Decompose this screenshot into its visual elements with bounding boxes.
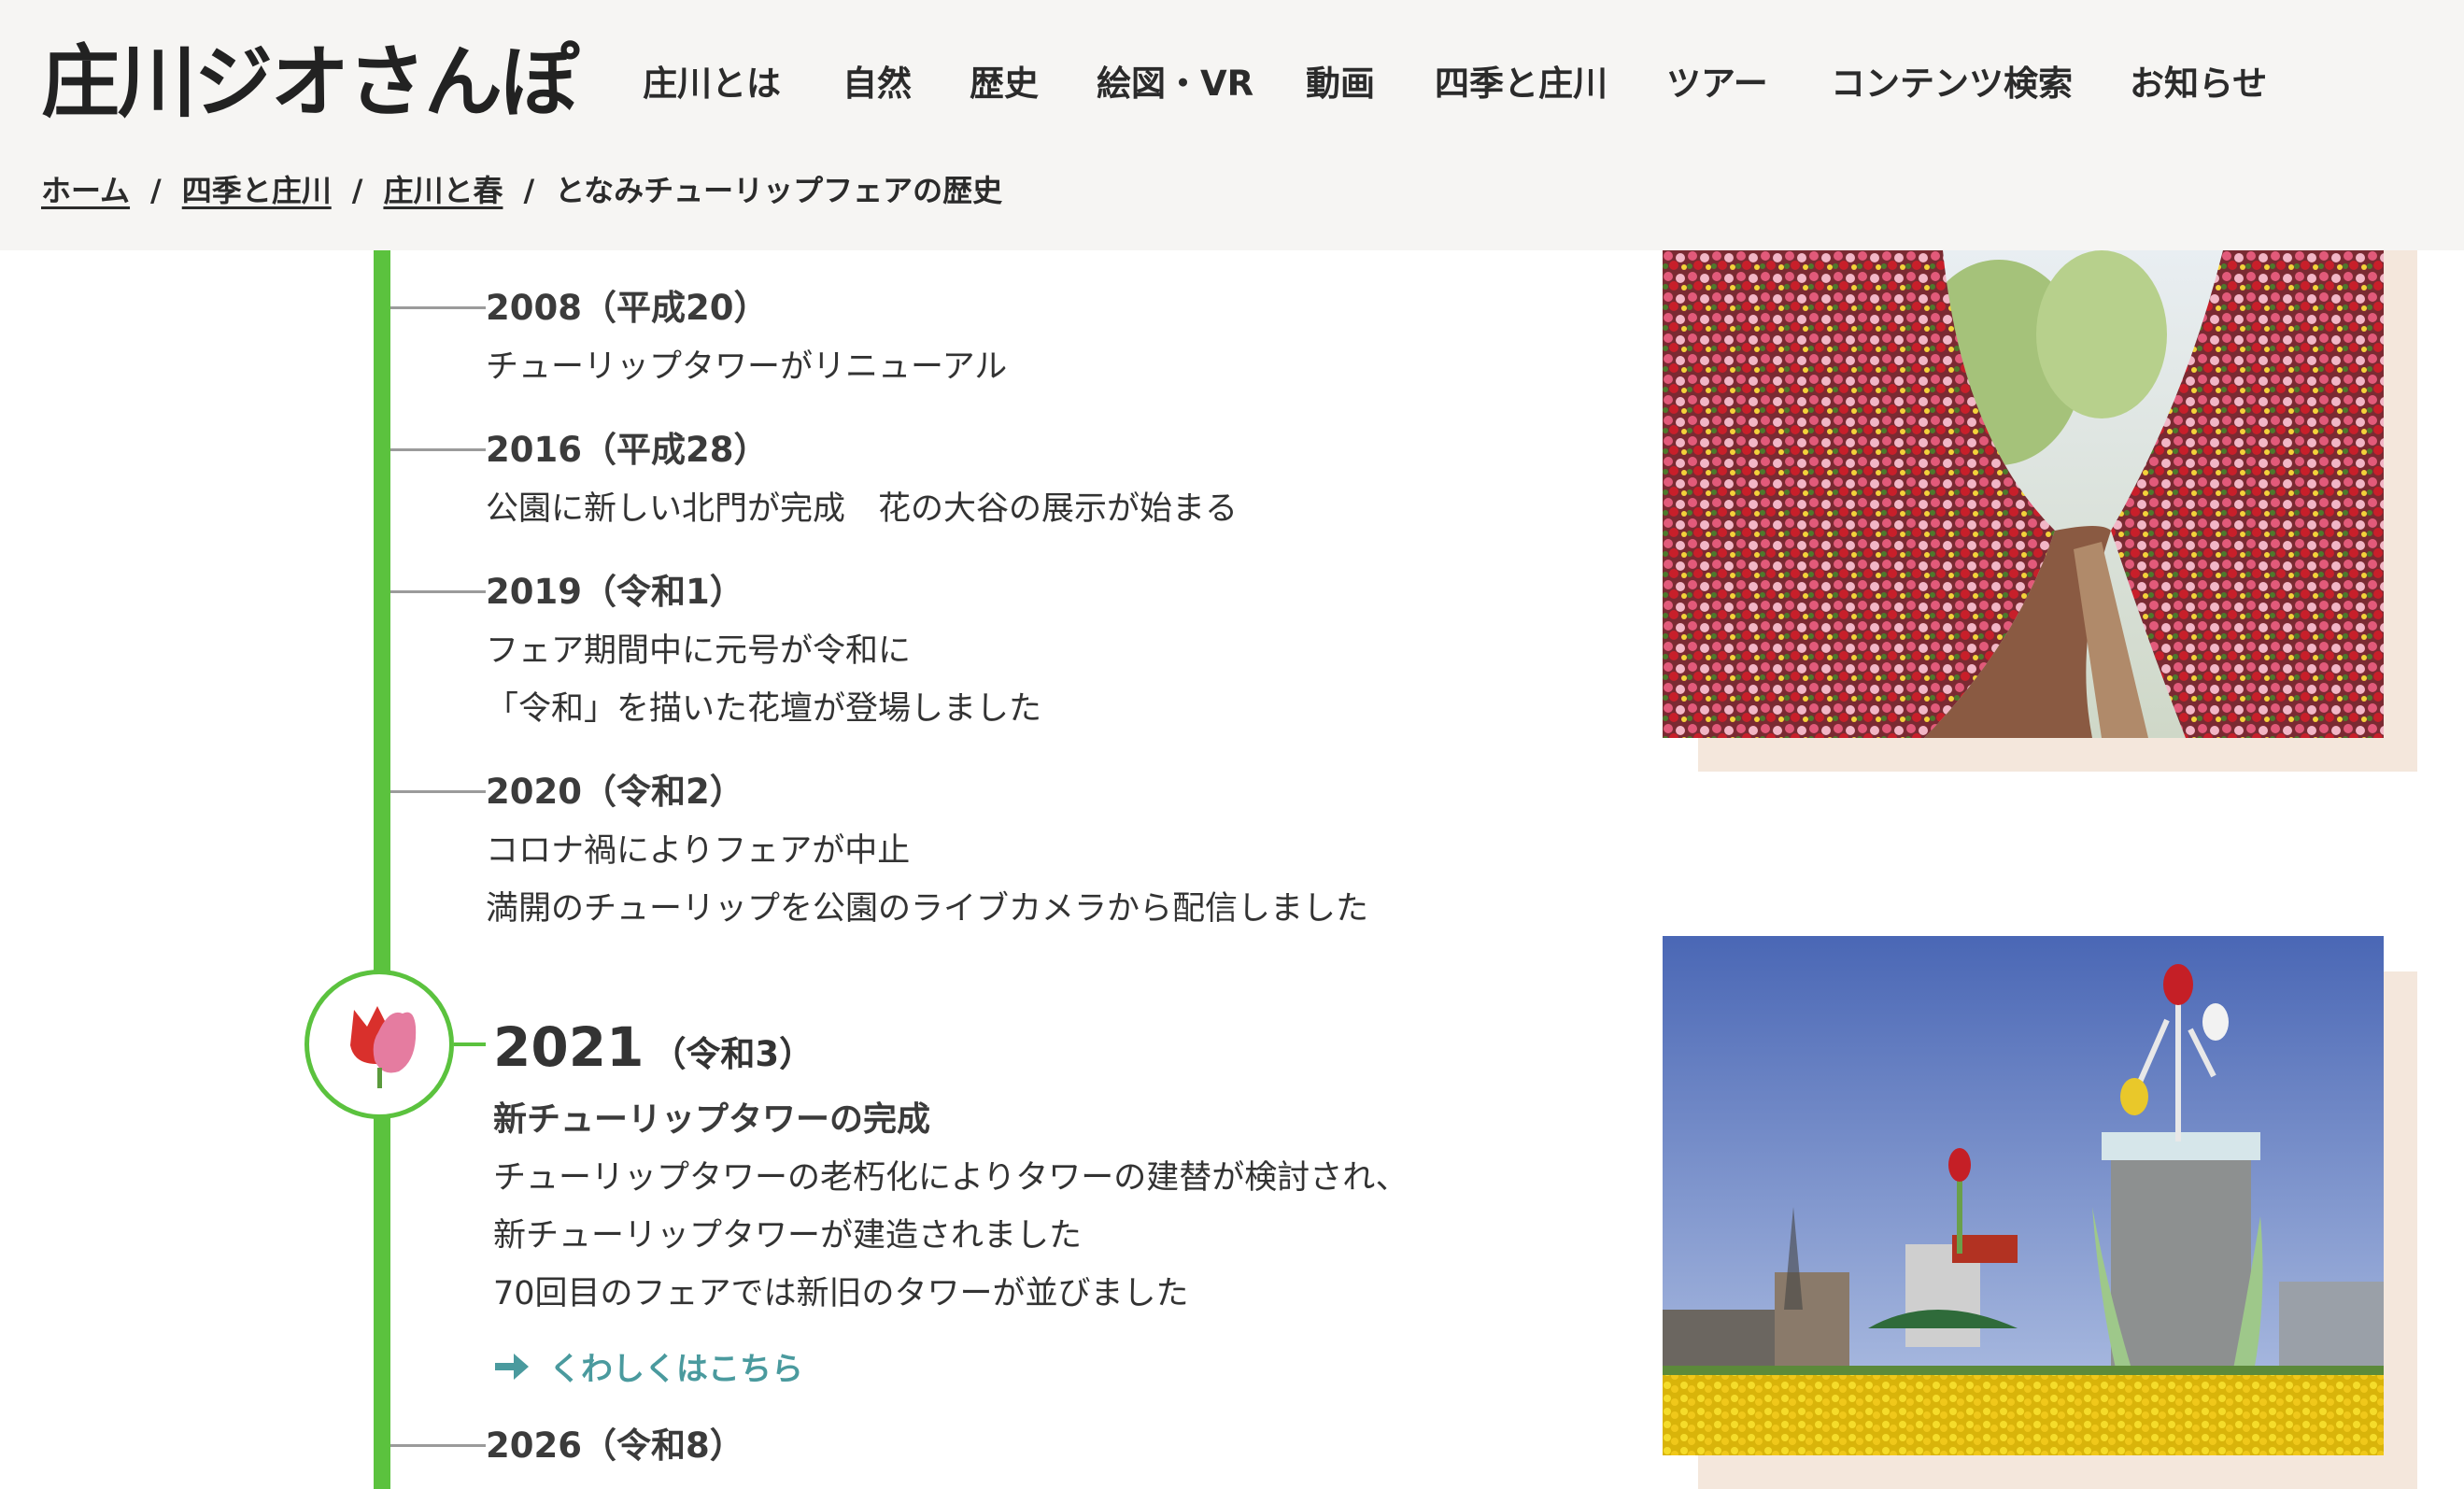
details-link-label: くわしくはこちら xyxy=(549,1351,803,1388)
nav-item-tours[interactable]: ツアー xyxy=(1666,62,1768,106)
entry-text: チューリップタワーがリニューアル xyxy=(486,348,1008,386)
tulip-badge xyxy=(304,970,454,1119)
entry-text: コロナ禍によりフェアが中止 xyxy=(486,832,911,870)
timeline-entry-2016: 2016（平成28） 公園に新しい北門が完成 花の大谷の展示が始まる xyxy=(486,428,1238,538)
highlight-text: 新チューリップタワーが建造されました xyxy=(493,1217,1083,1255)
entry-year: 2016（平成28） xyxy=(486,430,769,470)
nav-item-about[interactable]: 庄川とは xyxy=(643,62,781,106)
details-link[interactable]: くわしくはこちら xyxy=(493,1343,1409,1389)
timeline-entry-2021: 2021 （令和3） 新チューリップタワーの完成 チューリップタワーの老朽化により… xyxy=(493,1014,1409,1389)
timeline-tick xyxy=(390,306,486,309)
breadcrumb-seasons[interactable]: 四季と庄川 xyxy=(182,173,332,208)
breadcrumb-home[interactable]: ホーム xyxy=(41,173,130,208)
breadcrumb-separator: / xyxy=(150,173,162,208)
entry-text: 公園に新しい北門が完成 花の大谷の展示が始まる xyxy=(486,490,1239,528)
entry-text: 「令和」を描いた花壇が登場しました xyxy=(486,690,1042,728)
highlight-year: 2021 （令和3） xyxy=(493,1014,1409,1087)
tulip-tower-photo xyxy=(1663,936,2384,1455)
breadcrumb-current: となみチューリップフェアの歴史 xyxy=(555,173,1003,208)
tulip-icon xyxy=(350,1006,417,1088)
nav-item-history[interactable]: 歴史 xyxy=(970,62,1039,106)
highlight-text: 70回目のフェアでは新旧のタワーが並びました xyxy=(493,1275,1189,1312)
entry-text: フェア期間中に元号が令和に xyxy=(486,632,912,670)
highlight-year-number: 2021 xyxy=(493,1015,644,1079)
tulip-wall-image xyxy=(1663,250,2384,738)
timeline-tick xyxy=(390,590,486,593)
timeline-entry-2020: 2020（令和2） コロナ禍によりフェアが中止 満開のチューリップを公園のライブ… xyxy=(486,770,1368,938)
tulip-wall-photo xyxy=(1663,250,2384,738)
breadcrumb-separator: / xyxy=(523,173,535,208)
nav-item-seasons[interactable]: 四季と庄川 xyxy=(1435,62,1607,106)
site-logo[interactable]: 庄川ジオさんぽ xyxy=(41,35,579,129)
highlight-text: チューリップタワーの老朽化によりタワーの建替が検討され、 xyxy=(493,1159,1409,1197)
timeline-entry-2008: 2008（平成20） チューリップタワーがリニューアル xyxy=(486,286,1007,396)
arrow-right-icon xyxy=(495,1353,529,1380)
timeline-tick-highlight xyxy=(454,1042,486,1046)
breadcrumb-spring[interactable]: 庄川と春 xyxy=(383,173,503,208)
highlight-era: （令和3） xyxy=(651,1034,814,1074)
entry-year: 2008（平成20） xyxy=(486,288,769,328)
timeline-tick xyxy=(390,1444,486,1447)
timeline-entry-2026: 2026（令和8） xyxy=(486,1424,744,1468)
highlight-title: 新チューリップタワーの完成 xyxy=(493,1100,931,1139)
nav-item-maps-vr[interactable]: 絵図・VR xyxy=(1097,62,1253,106)
timeline-entry-2019: 2019（令和1） フェア期間中に元号が令和に 「令和」を描いた花壇が登場しまし… xyxy=(486,570,1041,738)
nav-item-search[interactable]: コンテンツ検索 xyxy=(1831,62,2073,106)
tulip-tower-image xyxy=(1663,936,2384,1455)
entry-year: 2020（令和2） xyxy=(486,772,744,812)
breadcrumb: ホーム / 四季と庄川 / 庄川と春 / となみチューリップフェアの歴史 xyxy=(41,168,1002,213)
nav-item-videos[interactable]: 動画 xyxy=(1306,62,1375,106)
entry-text: 満開のチューリップを公園のライブカメラから配信しました xyxy=(486,890,1369,928)
timeline-tick xyxy=(390,448,486,451)
breadcrumb-separator: / xyxy=(351,173,363,208)
site-header: 庄川ジオさんぽ 庄川とは 自然 歴史 絵図・VR 動画 四季と庄川 ツアー コン… xyxy=(0,0,2464,250)
timeline-line xyxy=(374,250,390,1489)
entry-year: 2026（令和8） xyxy=(486,1425,744,1466)
nav-item-news[interactable]: お知らせ xyxy=(2130,62,2267,106)
entry-year: 2019（令和1） xyxy=(486,572,744,612)
nav-item-nature[interactable]: 自然 xyxy=(843,62,912,106)
timeline-tick xyxy=(390,790,486,793)
